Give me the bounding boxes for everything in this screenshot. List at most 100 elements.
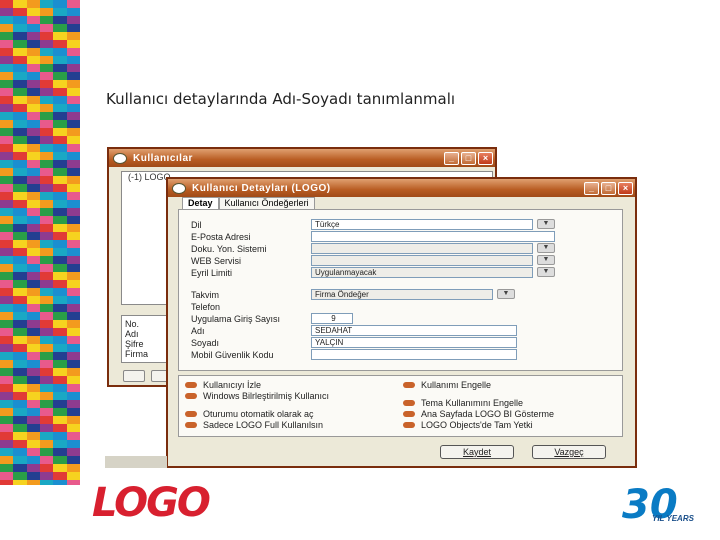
eyril-select[interactable]: Uygulanmayacak	[311, 267, 533, 278]
stripe-row	[0, 344, 80, 352]
telefon-label: Telefon	[191, 302, 221, 312]
minimize-icon[interactable]: _	[584, 181, 599, 195]
stripe-row	[0, 480, 80, 485]
stripe-row	[0, 232, 80, 240]
stripe-row	[0, 320, 80, 328]
option-kullaniciyi-izle[interactable]: Kullanıcıyı İzle	[185, 380, 261, 390]
details-window-title: Kullanıcı Detayları (LOGO)	[192, 182, 331, 194]
details-tabs: Detay Kullanıcı Öndeğerleri	[182, 197, 315, 209]
toggle-icon	[185, 422, 197, 428]
chevron-down-icon[interactable]: ▼	[537, 219, 555, 229]
eposta-field[interactable]	[311, 231, 555, 242]
eposta-label: E-Posta Adresi	[191, 232, 251, 242]
soyadi-label: Soyadı	[191, 338, 220, 348]
stripe-row	[0, 96, 80, 104]
stripe-row	[0, 440, 80, 448]
stripe-row	[0, 384, 80, 392]
toggle-icon	[185, 411, 197, 417]
stripe-row	[0, 136, 80, 144]
stripe-row	[0, 120, 80, 128]
maximize-icon[interactable]: □	[461, 151, 476, 165]
stripe-row	[0, 32, 80, 40]
mobil-label: Mobil Güvenlik Kodu	[191, 350, 274, 360]
giris-field[interactable]: 9	[311, 313, 353, 324]
stripe-row	[0, 400, 80, 408]
stripe-row	[0, 104, 80, 112]
stripe-row	[0, 288, 80, 296]
chevron-down-icon[interactable]: ▼	[537, 267, 555, 277]
stripe-row	[0, 24, 80, 32]
maximize-icon[interactable]: □	[601, 181, 616, 195]
option-label: Kullanıcıyı İzle	[203, 380, 262, 390]
chevron-down-icon[interactable]: ▼	[537, 255, 555, 265]
user-details-window: Kullanıcı Detayları (LOGO) _ □ × Detay K…	[166, 177, 637, 468]
stripe-row	[0, 472, 80, 480]
option-oturum[interactable]: Oturumu otomatik olarak aç	[185, 409, 314, 419]
stripe-row	[0, 336, 80, 344]
user-info-panel: No. Adı Şifre Firma	[121, 315, 171, 363]
save-button[interactable]: Kaydet	[440, 445, 514, 459]
stripe-row	[0, 8, 80, 16]
option-tema[interactable]: Tema Kullanımını Engelle	[403, 398, 523, 408]
stripe-row	[0, 144, 80, 152]
option-sadece-logo[interactable]: Sadece LOGO Full Kullanılsın	[185, 420, 323, 430]
doku-label: Doku. Yon. Sistemi	[191, 244, 267, 254]
close-icon[interactable]: ×	[618, 181, 633, 195]
stripe-row	[0, 416, 80, 424]
close-icon[interactable]: ×	[478, 151, 493, 165]
option-bi[interactable]: Ana Sayfada LOGO BI Gösterme	[403, 409, 554, 419]
detay-panel: Dil Türkçe ▼ E-Posta Adresi Doku. Yon. S…	[178, 209, 623, 371]
stripe-row	[0, 280, 80, 288]
stripe-row	[0, 80, 80, 88]
dil-select[interactable]: Türkçe	[311, 219, 533, 230]
option-label: Ana Sayfada LOGO BI Gösterme	[421, 409, 555, 419]
stripe-row	[0, 360, 80, 368]
tab-detay[interactable]: Detay	[182, 197, 219, 209]
stripe-row	[0, 304, 80, 312]
info-name-label: Adı	[125, 329, 139, 339]
option-objects[interactable]: LOGO Objects'de Tam Yetki	[403, 420, 533, 430]
minimize-icon[interactable]: _	[444, 151, 459, 165]
web-label: WEB Servisi	[191, 256, 242, 266]
stripe-row	[0, 376, 80, 384]
users-small-button[interactable]	[123, 370, 145, 382]
option-kullanimi-engelle[interactable]: Kullanımı Engelle	[403, 380, 491, 390]
stripe-row	[0, 240, 80, 248]
mobil-field[interactable]	[311, 349, 517, 360]
option-windows[interactable]: Windows Bilrleştirilmiş Kullanıcı	[185, 391, 329, 401]
stripe-row	[0, 456, 80, 464]
stripe-row	[0, 256, 80, 264]
stripe-row	[0, 448, 80, 456]
stripe-row	[0, 248, 80, 256]
stripe-row	[0, 72, 80, 80]
stripe-row	[0, 88, 80, 96]
stripe-row	[0, 216, 80, 224]
stripe-row	[0, 192, 80, 200]
stripe-row	[0, 432, 80, 440]
chevron-down-icon[interactable]: ▼	[497, 289, 515, 299]
stripe-row	[0, 352, 80, 360]
stripe-row	[0, 424, 80, 432]
stripe-row	[0, 56, 80, 64]
stripe-row	[0, 264, 80, 272]
takvim-select[interactable]: Firma Öndeğer	[311, 289, 493, 300]
stripe-row	[0, 224, 80, 232]
details-window-titlebar[interactable]: Kullanıcı Detayları (LOGO) _ □ ×	[168, 179, 635, 197]
users-window-titlebar[interactable]: Kullanıcılar _ □ ×	[109, 149, 495, 167]
adi-field[interactable]: SEDAHAT	[311, 325, 517, 336]
stripe-row	[0, 368, 80, 376]
web-select[interactable]	[311, 255, 533, 266]
tab-kullanici-ondegerleri[interactable]: Kullanıcı Öndeğerleri	[218, 197, 315, 209]
stripe-row	[0, 328, 80, 336]
stripe-row	[0, 48, 80, 56]
stripe-row	[0, 312, 80, 320]
soyadi-field[interactable]: YALÇIN	[311, 337, 517, 348]
doku-select[interactable]	[311, 243, 533, 254]
stripe-row	[0, 16, 80, 24]
app-icon	[113, 152, 127, 164]
chevron-down-icon[interactable]: ▼	[537, 243, 555, 253]
cancel-button[interactable]: Vazgeç	[532, 445, 606, 459]
info-no-label: No.	[125, 319, 140, 329]
info-password-label: Şifre	[125, 339, 144, 349]
stripe-row	[0, 296, 80, 304]
